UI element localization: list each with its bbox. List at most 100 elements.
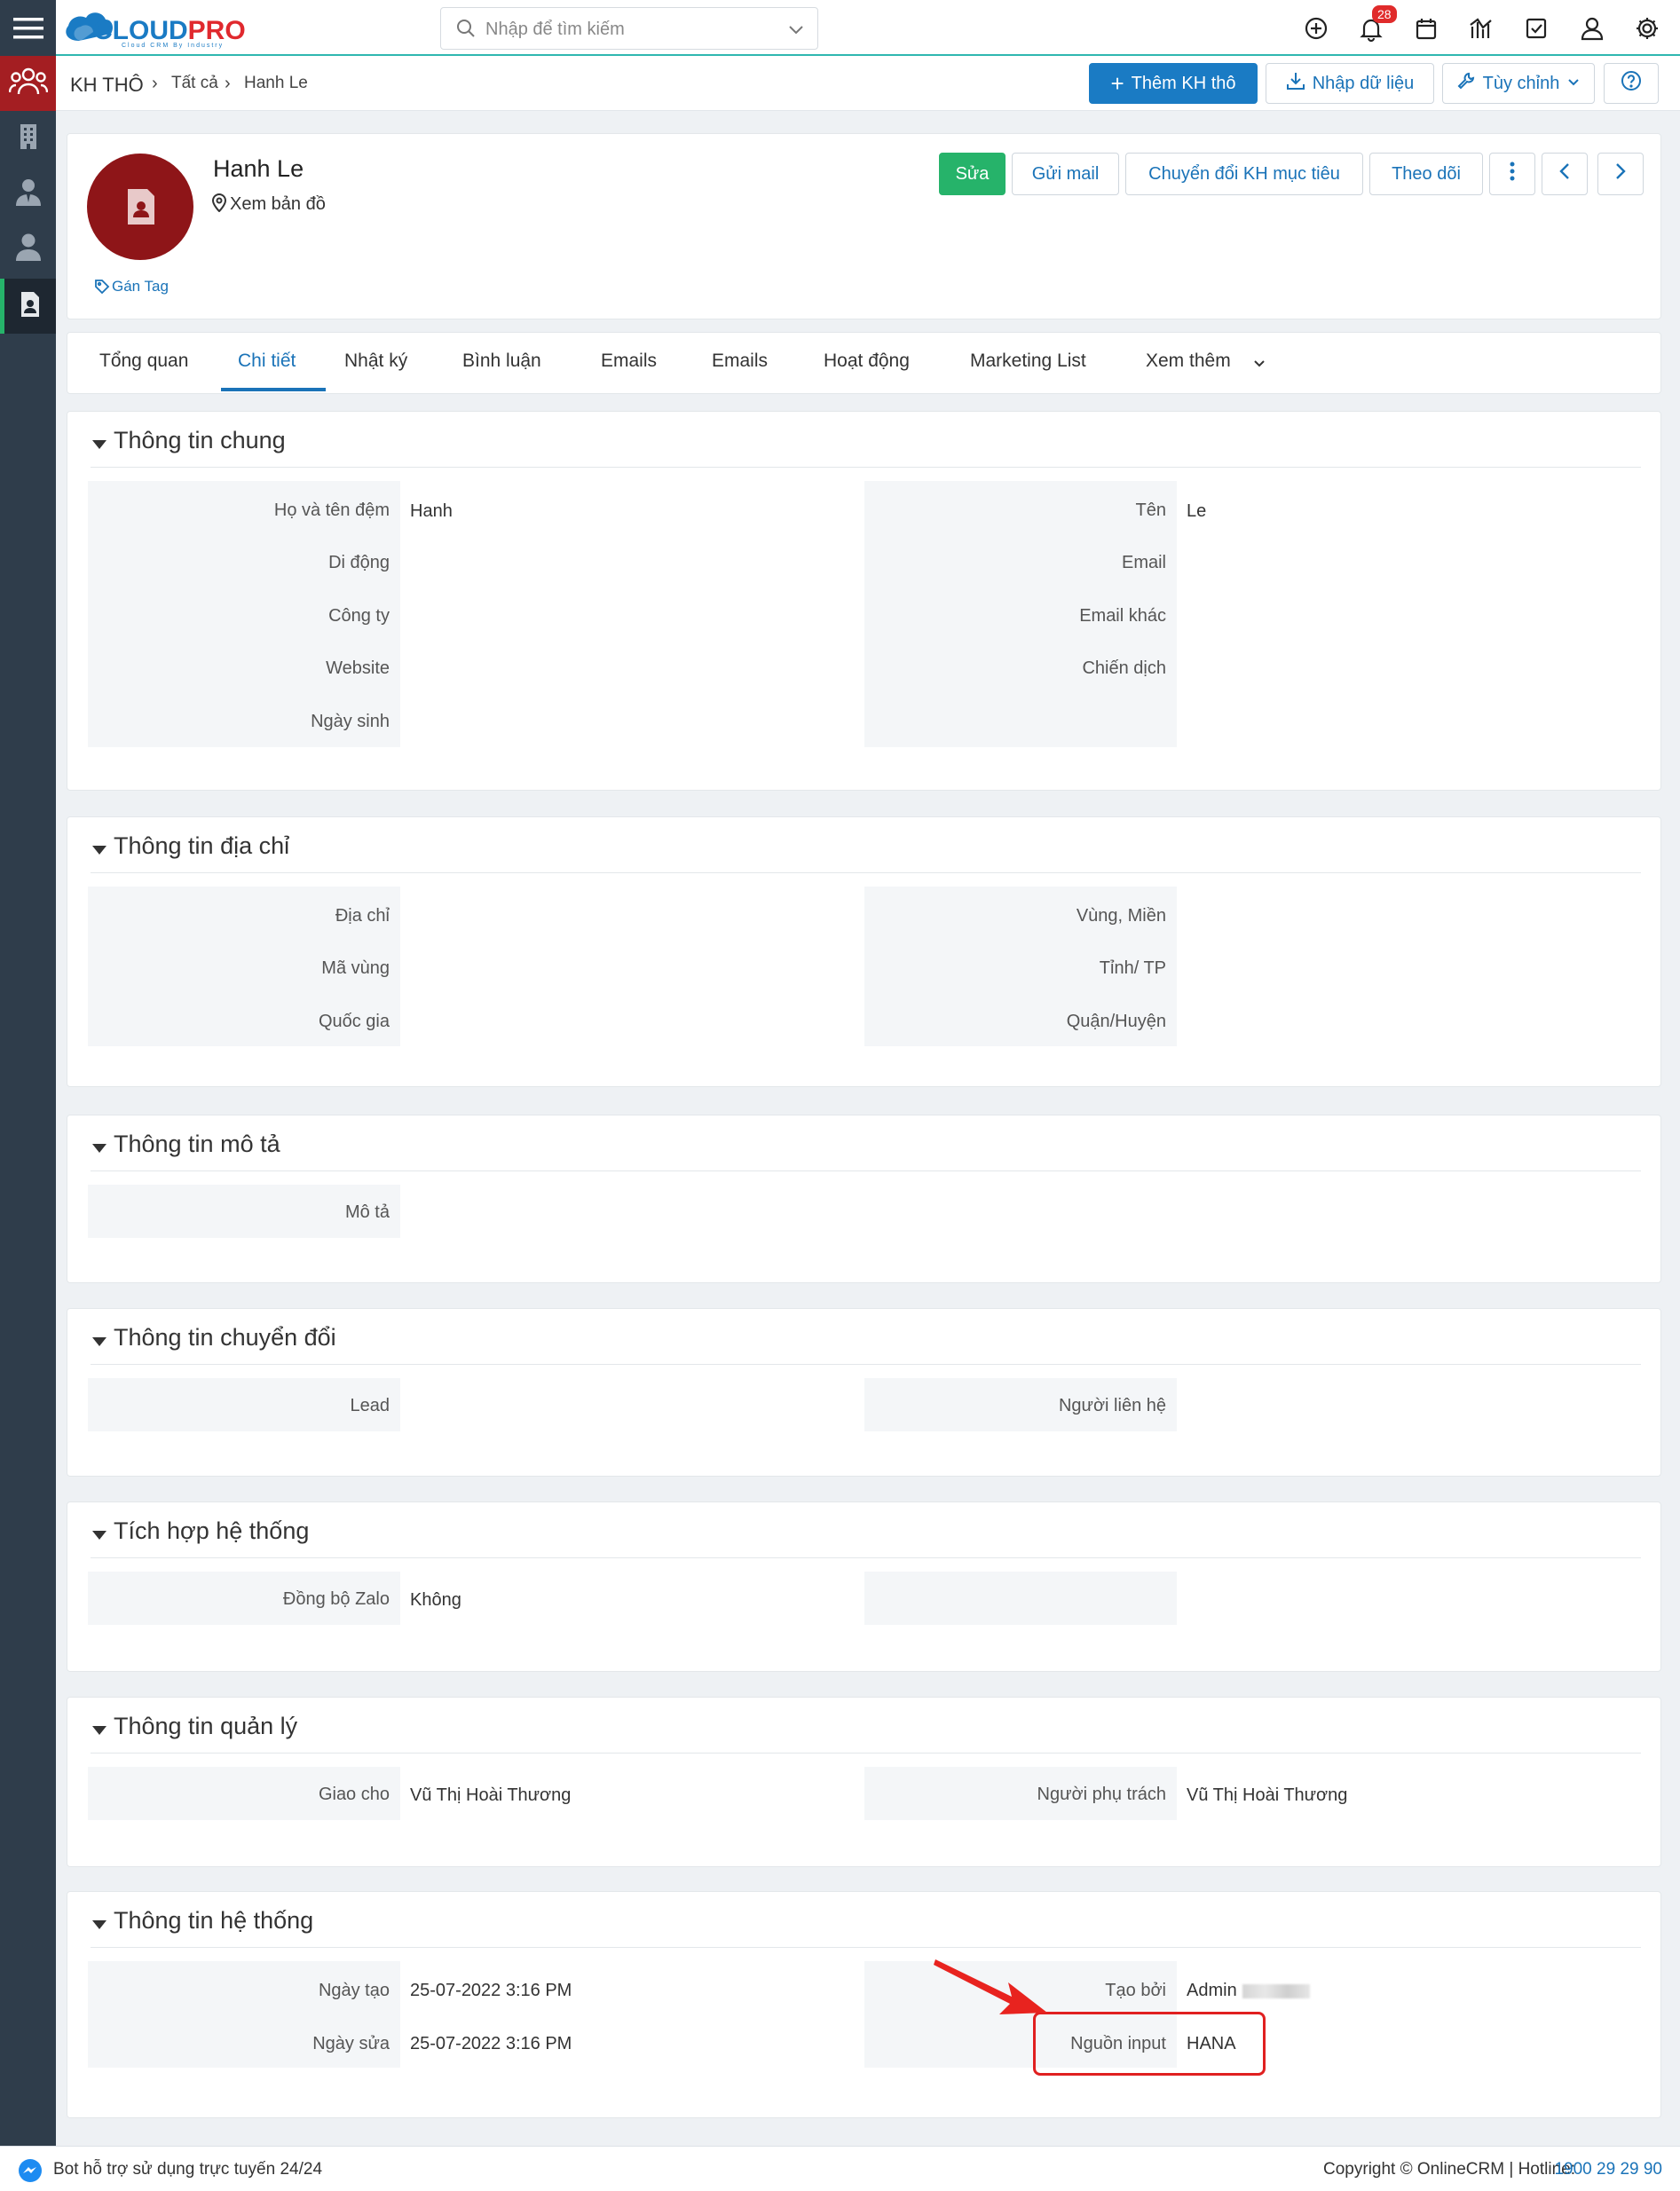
collapse-caret-icon[interactable] (92, 1726, 106, 1735)
add-raw-lead-button[interactable]: + Thêm KH thô (1089, 63, 1258, 104)
collapse-caret-icon[interactable] (92, 1337, 106, 1346)
contact-file-icon (126, 187, 156, 231)
task-check-icon[interactable] (1522, 14, 1550, 43)
contact-card-icon (20, 291, 41, 322)
field-label: Website (326, 658, 390, 678)
collapse-caret-icon[interactable] (92, 1531, 106, 1540)
field-label: Tạo bởi (1105, 1981, 1166, 2000)
more-actions-button[interactable] (1489, 153, 1535, 195)
tab-marketing-list[interactable]: Marketing List (970, 351, 1086, 372)
brand-tagline: Cloud CRM By Industry (122, 43, 225, 49)
user-profile-icon[interactable] (1578, 14, 1606, 43)
collapse-caret-icon[interactable] (92, 846, 106, 855)
cloudpro-logo[interactable]: CLOUDPRO Cloud CRM By Industry (59, 5, 264, 51)
tab-more[interactable]: Xem thêm (1146, 351, 1231, 372)
gear-icon[interactable] (1633, 14, 1661, 43)
label-column-right: Tên Email Email khác Chiến dịch (864, 481, 1177, 747)
collapse-caret-icon[interactable] (92, 440, 106, 449)
section-divider (91, 1557, 1641, 1558)
field-value-modified-time[interactable]: 25-07-2022 3:16 PM (410, 2034, 572, 2054)
send-mail-button[interactable]: Gửi mail (1012, 153, 1119, 195)
analytics-chart-icon[interactable] (1467, 14, 1495, 43)
tab-emails[interactable]: Emails (601, 351, 657, 372)
breadcrumb-module[interactable]: KH THÔ (70, 74, 144, 97)
tag-icon (94, 279, 110, 299)
field-label: Địa chỉ (335, 906, 390, 926)
label-column-left: Mô tả (88, 1185, 400, 1238)
section-divider (91, 1753, 1641, 1754)
field-label: Email (1121, 553, 1166, 572)
label-column-left: Đồng bộ Zalo (88, 1572, 400, 1625)
map-link[interactable]: Xem bản đồ (230, 194, 326, 215)
field-value-owner[interactable]: Vũ Thị Hoài Thương (1187, 1785, 1347, 1806)
tab-log[interactable]: Nhật ký (344, 351, 407, 372)
chevron-down-icon[interactable] (787, 20, 805, 43)
section-description: Thông tin mô tả Mô tả (67, 1115, 1661, 1283)
field-value-created-time[interactable]: 25-07-2022 3:16 PM (410, 1981, 572, 2001)
left-sidebar (0, 0, 56, 2191)
field-value-zalo-sync[interactable]: Không (410, 1590, 461, 1611)
section-system: Thông tin hệ thống Ngày tạo Ngày sửa 25-… (67, 1891, 1661, 2118)
section-title: Thông tin quản lý (114, 1713, 298, 1739)
tab-details[interactable]: Chi tiết (238, 351, 296, 372)
hotline-link[interactable]: 1900 29 29 90 (1554, 2160, 1662, 2179)
tab-overview[interactable]: Tổng quan (99, 351, 188, 372)
copyright-text: Copyright © OnlineCRM | Hotline: (1323, 2160, 1575, 2179)
next-record-button[interactable] (1597, 153, 1644, 195)
sidebar-item-contacts[interactable] (0, 166, 56, 221)
field-value-last-name[interactable]: Le (1187, 501, 1206, 522)
calendar-icon[interactable] (1412, 14, 1440, 43)
tab-comments[interactable]: Bình luận (462, 351, 541, 372)
section-title: Thông tin chuyển đổi (114, 1324, 336, 1351)
chevron-down-icon (1566, 74, 1581, 94)
plus-icon: + (1110, 70, 1124, 97)
search-input[interactable]: Nhập để tìm kiếm (440, 7, 818, 50)
chevron-down-icon[interactable] (1252, 356, 1266, 374)
sidebar-item-users[interactable] (0, 221, 56, 276)
sidebar-item-organizations[interactable] (0, 111, 56, 166)
section-management: Thông tin quản lý Giao cho Vũ Thị Hoài T… (67, 1697, 1661, 1867)
field-value-first-name[interactable]: Hanh (410, 501, 453, 522)
field-value-assigned-to[interactable]: Vũ Thị Hoài Thương (410, 1785, 571, 1806)
field-label: Email khác (1079, 606, 1166, 626)
tab-emails-2[interactable]: Emails (712, 351, 768, 372)
sidebar-item-leads-group[interactable] (0, 56, 56, 111)
edit-button[interactable]: Sửa (939, 153, 1006, 195)
avatar[interactable] (87, 154, 193, 260)
collapse-caret-icon[interactable] (92, 1144, 106, 1153)
add-tag-link[interactable]: Gán Tag (112, 278, 169, 296)
add-circle-icon[interactable] (1302, 14, 1330, 43)
section-divider (91, 467, 1641, 468)
add-raw-lead-label: Thêm KH thô (1131, 73, 1236, 93)
section-conversion: Thông tin chuyển đổi Lead Người liên hệ (67, 1308, 1661, 1477)
collapse-caret-icon[interactable] (92, 1920, 106, 1929)
field-label: Ngày sinh (311, 712, 390, 731)
section-general: Thông tin chung Họ và tên đệm Di động Cô… (67, 411, 1661, 791)
convert-to-target-button[interactable]: Chuyển đổi KH mục tiêu (1125, 153, 1363, 195)
search-icon (455, 18, 477, 43)
follow-button[interactable]: Theo dõi (1369, 153, 1483, 195)
label-column-right: Người liên hệ (864, 1378, 1177, 1431)
field-label: Quận/Huyện (1066, 1012, 1166, 1031)
messenger-icon[interactable] (18, 2158, 43, 2187)
field-value-input-source[interactable]: HANA (1187, 2034, 1236, 2054)
map-pin-icon (211, 193, 227, 217)
bot-support-text[interactable]: Bot hỗ trợ sử dụng trực tuyến 24/24 (53, 2160, 322, 2179)
section-title: Tích hợp hệ thống (114, 1517, 310, 1544)
redacted-name (1242, 1983, 1310, 1998)
section-divider (91, 1947, 1641, 1948)
sidebar-item-raw-leads[interactable] (0, 279, 56, 334)
previous-record-button[interactable] (1542, 153, 1588, 195)
label-column-left: Lead (88, 1378, 400, 1431)
field-label: Công ty (328, 606, 390, 626)
menu-icon[interactable] (0, 0, 56, 56)
help-button[interactable] (1604, 63, 1659, 104)
brand-name: CLOUDPRO (93, 16, 246, 45)
import-data-button[interactable]: Nhập dữ liệu (1266, 63, 1434, 104)
breadcrumb-list[interactable]: Tất cả (171, 74, 218, 93)
field-value-created-by[interactable]: Admin (1187, 1981, 1310, 2001)
customize-dropdown-button[interactable]: Tùy chỉnh (1442, 63, 1595, 104)
field-label: Vùng, Miền (1076, 906, 1166, 926)
tab-activities[interactable]: Hoạt động (824, 351, 910, 372)
section-divider (91, 1364, 1641, 1365)
